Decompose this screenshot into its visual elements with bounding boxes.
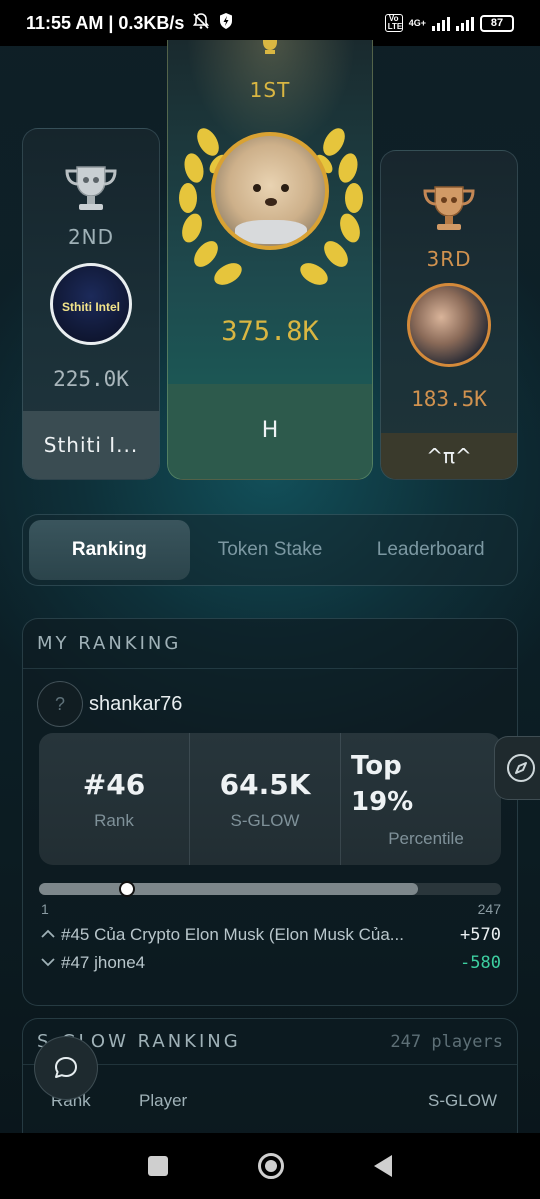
neighbor-above[interactable]: #45 Của Crypto Elon Musk (Elon Musk Của.… xyxy=(23,917,517,945)
second-name: Sthiti I... xyxy=(23,411,159,479)
home-icon[interactable] xyxy=(258,1153,284,1179)
neighbor-below[interactable]: #47 jhone4 -580 xyxy=(23,945,517,973)
second-place-label: 2ND xyxy=(67,225,115,249)
top-line1: Top xyxy=(351,751,402,781)
mute-bell-icon xyxy=(192,12,210,35)
first-avatar xyxy=(211,132,329,250)
percentile-label: Percentile xyxy=(388,829,464,848)
signal-icon-2 xyxy=(456,15,474,31)
tab-leaderboard[interactable]: Leaderboard xyxy=(350,520,511,580)
sglow-label: S-GLOW xyxy=(230,810,300,830)
second-avatar-text: Sthiti Intel xyxy=(62,300,120,314)
rank-value: #46 xyxy=(82,767,146,801)
rank-label: Rank xyxy=(94,810,134,830)
stats-box: #46 Rank 64.5K S-GLOW Top 19% Percentile xyxy=(39,733,501,865)
neighbor-above-diff: +570 xyxy=(460,925,501,945)
third-avatar xyxy=(407,283,491,367)
progress-min: 1 xyxy=(41,901,49,917)
username: shankar76 xyxy=(89,692,183,715)
back-icon[interactable] xyxy=(374,1155,392,1177)
neighbor-below-diff: -580 xyxy=(460,953,501,973)
compass-button[interactable] xyxy=(494,736,540,800)
third-name: ^π^ xyxy=(381,433,517,479)
second-score: 225.0K xyxy=(53,367,129,391)
progress-labels: 1 247 xyxy=(41,901,501,917)
compass-icon xyxy=(507,754,535,782)
rank-progress xyxy=(39,881,501,897)
tab-token-stake[interactable]: Token Stake xyxy=(190,520,351,580)
silver-trophy-icon xyxy=(65,166,117,210)
sglow-value: 64.5K xyxy=(219,767,311,801)
sglow-ranking-card: S-GLOW RANKING 247 players Rank Player S… xyxy=(22,1018,518,1148)
second-avatar: Sthiti Intel xyxy=(50,263,132,345)
player-count: 247 players xyxy=(390,1031,503,1052)
podium-second[interactable]: 2ND Sthiti Intel 225.0K Sthiti I... xyxy=(22,128,160,480)
neighbor-above-name: #45 Của Crypto Elon Musk (Elon Musk Của.… xyxy=(61,925,404,944)
status-time: 11:55 AM | 0.3KB/s xyxy=(26,12,185,33)
tab-ranking[interactable]: Ranking xyxy=(29,520,190,580)
progress-fill xyxy=(39,883,418,895)
user-row: ? shankar76 xyxy=(23,669,517,733)
gold-trophy-icon xyxy=(263,40,277,54)
chat-button[interactable] xyxy=(34,1036,98,1100)
chevron-down-icon xyxy=(41,954,61,972)
network-type: 4G+ xyxy=(408,18,426,28)
recent-apps-icon[interactable] xyxy=(148,1156,168,1176)
first-score: 375.8K xyxy=(221,316,319,347)
podium-first[interactable]: 1ST 375.8K H xyxy=(167,40,373,480)
bronze-trophy-icon xyxy=(423,186,475,230)
my-ranking-card: MY RANKING ? shankar76 #46 Rank 64.5K S-… xyxy=(22,618,518,1006)
progress-max: 247 xyxy=(477,901,501,917)
podium-third[interactable]: 3RD 183.5K ^π^ xyxy=(380,150,518,480)
my-ranking-title: MY RANKING xyxy=(37,633,182,654)
chevron-up-icon xyxy=(41,926,61,944)
stat-rank: #46 Rank xyxy=(39,733,189,865)
column-player: Player xyxy=(139,1091,188,1110)
third-score: 183.5K xyxy=(411,387,487,411)
progress-knob xyxy=(118,881,135,897)
volte-badge: Vo LTE xyxy=(384,14,403,32)
third-place-label: 3RD xyxy=(426,247,472,271)
shield-bolt-icon xyxy=(218,12,234,35)
stat-sglow: 64.5K S-GLOW xyxy=(189,733,340,865)
system-nav-bar xyxy=(0,1133,540,1199)
neighbor-below-name: #47 jhone4 xyxy=(61,953,146,972)
first-place-label: 1ST xyxy=(249,78,291,102)
battery-icon: 87 xyxy=(480,14,514,32)
column-sglow: S-GLOW xyxy=(428,1091,497,1110)
signal-icon xyxy=(432,15,450,31)
tab-bar: Ranking Token Stake Leaderboard xyxy=(22,514,518,586)
sglow-header: S-GLOW RANKING 247 players xyxy=(23,1019,517,1064)
stat-percentile: Top 19% Percentile xyxy=(340,733,501,865)
first-name: H xyxy=(168,384,372,479)
avatar-placeholder: ? xyxy=(37,681,83,727)
top-line2: 19% xyxy=(351,787,414,817)
chat-bubble-icon xyxy=(55,1057,77,1078)
